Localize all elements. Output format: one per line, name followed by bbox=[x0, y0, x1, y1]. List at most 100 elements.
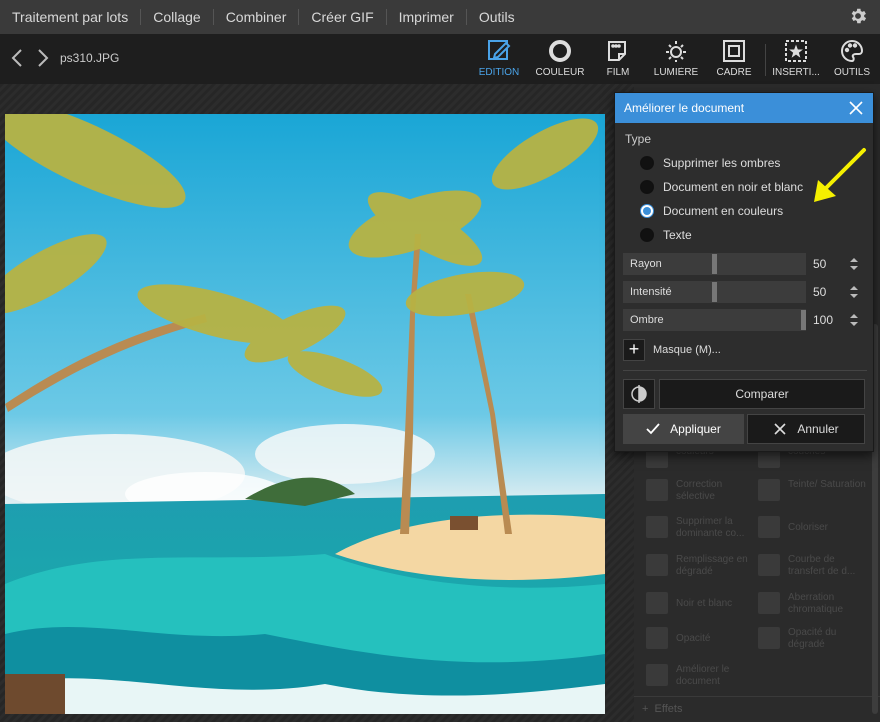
palette-icon bbox=[841, 39, 864, 63]
top-menu-bar: Traitement par lots Collage Combiner Cré… bbox=[0, 0, 880, 34]
add-mask-button[interactable]: + bbox=[623, 339, 645, 361]
tool-label: EDITION bbox=[478, 67, 520, 78]
annotation-arrow-icon bbox=[814, 148, 866, 202]
gradient-opacity-icon bbox=[758, 627, 780, 649]
option-label: Document en couleurs bbox=[663, 204, 784, 218]
type-label: Type bbox=[625, 132, 652, 146]
opacity-icon bbox=[646, 627, 668, 649]
slider-label: Ombre bbox=[630, 314, 664, 326]
selective-correction-icon bbox=[646, 479, 668, 501]
menu-print[interactable]: Imprimer bbox=[387, 9, 467, 25]
slider-label: Rayon bbox=[630, 258, 662, 270]
split-compare-icon bbox=[631, 385, 647, 403]
panel-item-label: Aberration chromatique bbox=[788, 592, 844, 615]
option-remove-shadows[interactable]: Supprimer les ombres bbox=[640, 153, 780, 173]
spinner-arrows-icon[interactable] bbox=[849, 312, 859, 328]
colorize-icon bbox=[758, 516, 780, 538]
menu-combine[interactable]: Combiner bbox=[214, 9, 300, 25]
insert-icon bbox=[785, 40, 807, 62]
tool-label: LUMIÈRE bbox=[653, 67, 699, 78]
radio-button[interactable] bbox=[640, 156, 654, 170]
frame-icon bbox=[723, 40, 745, 62]
photo-canvas[interactable] bbox=[5, 114, 605, 714]
toolbar-divider bbox=[765, 44, 766, 76]
option-label: Texte bbox=[663, 228, 692, 242]
edit-icon bbox=[488, 40, 511, 60]
radio-button[interactable] bbox=[640, 228, 654, 242]
radio-button-selected[interactable] bbox=[640, 204, 654, 218]
tool-lumiere[interactable]: LUMIÈRE bbox=[647, 38, 705, 82]
panel-item-label: Teinte/ Saturation bbox=[788, 479, 866, 490]
cancel-button[interactable]: Annuler bbox=[747, 414, 865, 444]
slider-value[interactable]: 100 bbox=[813, 313, 833, 327]
panel-item-label: Correction sélective bbox=[676, 479, 723, 502]
menu-tools[interactable]: Outils bbox=[467, 9, 527, 25]
tool-insertion[interactable]: INSERTI... bbox=[767, 38, 825, 82]
option-text[interactable]: Texte bbox=[640, 225, 692, 245]
dialog-title: Améliorer le document bbox=[624, 101, 745, 115]
transfer-curve-icon bbox=[758, 554, 780, 576]
slider-value[interactable]: 50 bbox=[813, 285, 826, 299]
chevron-left-icon[interactable] bbox=[10, 48, 24, 68]
compare-toggle-button[interactable] bbox=[623, 379, 655, 409]
panel-item-label: Opacité du dégradé bbox=[788, 627, 837, 650]
slider-thumb[interactable] bbox=[712, 254, 717, 274]
dialog-divider bbox=[623, 370, 867, 371]
gradient-fill-icon bbox=[646, 554, 668, 576]
option-color-document[interactable]: Document en couleurs bbox=[640, 201, 783, 221]
tool-label: OUTILS bbox=[833, 67, 871, 78]
cancel-label: Annuler bbox=[797, 422, 839, 436]
film-icon bbox=[608, 41, 626, 61]
enhance-document-icon bbox=[646, 664, 668, 686]
gear-icon[interactable] bbox=[848, 6, 868, 26]
tool-cadre[interactable]: CADRE bbox=[705, 38, 763, 82]
plus-icon: + bbox=[642, 703, 655, 715]
slider-value[interactable]: 50 bbox=[813, 257, 826, 271]
spinner-arrows-icon[interactable] bbox=[849, 284, 859, 300]
effects-section[interactable]: + Effets bbox=[634, 696, 880, 722]
slider-radius[interactable]: Rayon 50 bbox=[623, 253, 863, 275]
tool-label: CADRE bbox=[716, 67, 752, 78]
tool-outils[interactable]: OUTILS bbox=[823, 38, 880, 82]
chromatic-aberration-icon bbox=[758, 592, 780, 614]
tool-film[interactable]: FILM bbox=[589, 38, 647, 82]
mask-row[interactable]: + Masque (M)... bbox=[623, 339, 721, 361]
compare-button[interactable]: Comparer bbox=[659, 379, 865, 409]
panel-item-label: Améliorer le document bbox=[676, 664, 730, 687]
panel-item-label: Remplissage en dégradé bbox=[676, 554, 748, 577]
tool-edition[interactable]: EDITION bbox=[470, 38, 528, 82]
dialog-title-bar: Améliorer le document bbox=[615, 93, 873, 123]
effects-label: Effets bbox=[654, 703, 683, 715]
black-white-icon bbox=[646, 592, 668, 614]
option-label: Document en noir et blanc bbox=[663, 180, 804, 194]
apply-button[interactable]: Appliquer bbox=[623, 414, 744, 444]
panel-item-label: Courbe de transfert de d... bbox=[788, 554, 856, 577]
radio-button[interactable] bbox=[640, 180, 654, 194]
panel-item-label: Coloriser bbox=[788, 522, 829, 533]
toolbar: ps310.JPG EDITION COULEUR FILM LUMIÈRE C… bbox=[0, 34, 880, 84]
slider-thumb[interactable] bbox=[801, 310, 806, 330]
close-icon[interactable] bbox=[847, 99, 865, 117]
apply-label: Appliquer bbox=[670, 422, 721, 436]
remove-cast-icon bbox=[646, 516, 668, 538]
mask-label: Masque (M)... bbox=[653, 344, 721, 356]
option-bw-document[interactable]: Document en noir et blanc bbox=[640, 177, 803, 197]
menu-create-gif[interactable]: Créer GIF bbox=[299, 9, 387, 25]
panel-item-label: Supprimer la dominante co... bbox=[676, 516, 745, 539]
menu-collage[interactable]: Collage bbox=[141, 9, 214, 25]
close-icon bbox=[774, 423, 786, 435]
spinner-arrows-icon[interactable] bbox=[849, 256, 859, 272]
check-icon bbox=[646, 423, 660, 435]
tool-label: COULEUR bbox=[535, 67, 585, 78]
tool-label: FILM bbox=[606, 67, 630, 78]
chevron-right-icon[interactable] bbox=[36, 48, 50, 68]
color-ring-icon bbox=[549, 40, 571, 62]
tool-couleur[interactable]: COULEUR bbox=[531, 38, 589, 82]
tool-label: INSERTI... bbox=[772, 67, 820, 78]
menu-batch[interactable]: Traitement par lots bbox=[0, 9, 142, 25]
panel-item-label: Opacité bbox=[676, 633, 711, 644]
slider-thumb[interactable] bbox=[712, 282, 717, 302]
slider-shadow[interactable]: Ombre 100 bbox=[623, 309, 863, 331]
beach-photo bbox=[5, 114, 605, 714]
slider-intensity[interactable]: Intensité 50 bbox=[623, 281, 863, 303]
